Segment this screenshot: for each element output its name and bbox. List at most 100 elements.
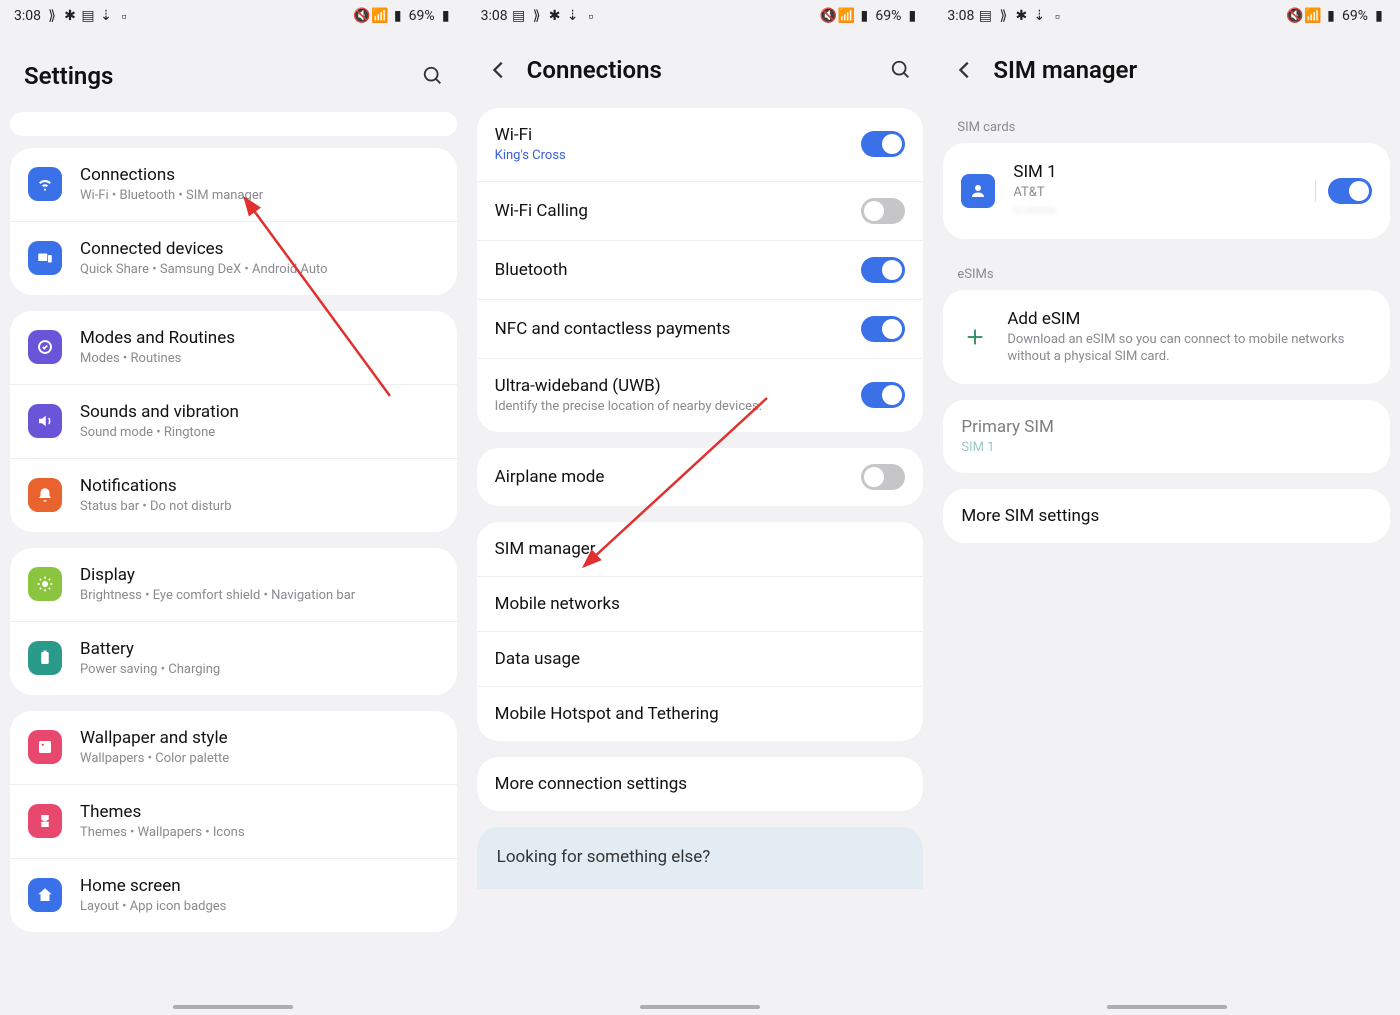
row-sub: Wi-Fi • Bluetooth • SIM manager [80, 188, 439, 205]
settings-group-2: Modes and Routines Modes • Routines Sound… [10, 311, 457, 532]
settings-group-4: Wallpaper and styleWallpapers • Color pa… [10, 711, 457, 932]
row-title: SIM manager [495, 538, 906, 560]
row-title: Data usage [495, 648, 906, 670]
chevron-left-icon [954, 59, 976, 81]
wifi-calling-row[interactable]: Wi-Fi Calling [477, 181, 924, 240]
image-icon: ▤ [978, 9, 992, 23]
bluetooth-toggle[interactable] [861, 257, 905, 283]
notifications-row[interactable]: NotificationsStatus bar • Do not disturb [10, 458, 457, 532]
sim-manager-screen: 3:08 ▤ ⟫ ✱ ⇣ ▫ 🔇 📶 ▮ 69% ▮ SIM manager S… [933, 0, 1400, 1015]
wifi-row[interactable]: Wi-FiKing's Cross [477, 108, 924, 181]
modes-icon [28, 330, 62, 364]
row-title: Wallpaper and style [80, 727, 439, 749]
search-button[interactable] [887, 56, 915, 84]
themes-row[interactable]: ThemesThemes • Wallpapers • Icons [10, 784, 457, 858]
row-title: NFC and contactless payments [495, 318, 862, 340]
back-button[interactable] [485, 56, 513, 84]
page-title: SIM manager [993, 56, 1382, 84]
sim-manager-row[interactable]: SIM manager [477, 522, 924, 576]
battery-icon: ▮ [439, 9, 453, 23]
wallpaper-icon [28, 730, 62, 764]
modes-row[interactable]: Modes and Routines Modes • Routines [10, 311, 457, 384]
hotspot-row[interactable]: Mobile Hotspot and Tethering [477, 686, 924, 741]
row-sub: Brightness • Eye comfort shield • Naviga… [80, 588, 439, 605]
wifi-toggle[interactable] [861, 131, 905, 157]
display-row[interactable]: DisplayBrightness • Eye comfort shield •… [10, 548, 457, 621]
home-icon [28, 878, 62, 912]
sim-icon: ▫ [1050, 9, 1064, 23]
airplane-toggle[interactable] [861, 464, 905, 490]
row-title: Sounds and vibration [80, 401, 439, 423]
uwb-row[interactable]: Ultra-wideband (UWB)Identify the precise… [477, 358, 924, 432]
primary-sim-card: Primary SIM SIM 1 [943, 400, 1390, 473]
simcards-card: SIM 1 AT&T •• ••••••• [943, 143, 1390, 239]
uwb-toggle[interactable] [861, 382, 905, 408]
sim-icon: ▫ [584, 9, 598, 23]
home-indicator[interactable] [173, 1005, 293, 1009]
data-usage-row[interactable]: Data usage [477, 631, 924, 686]
mute-icon: 🔇 [821, 9, 835, 23]
row-title: Mobile Hotspot and Tethering [495, 703, 906, 725]
connections-group-1: Wi-FiKing's Cross Wi-Fi Calling Bluetoot… [477, 108, 924, 432]
slack-icon: ✱ [1014, 9, 1028, 23]
row-sub: SIM 1 [961, 440, 1372, 457]
connected-devices-row[interactable]: Connected devicesQuick Share • Samsung D… [10, 221, 457, 295]
battery-icon [28, 641, 62, 675]
row-title: Modes and Routines [80, 327, 439, 349]
back-button[interactable] [951, 56, 979, 84]
status-bar: 3:08 ▤ ⟫ ✱ ⇣ ▫ 🔇 📶 ▮ 69% ▮ [467, 0, 934, 32]
more-sim-row[interactable]: More SIM settings [943, 489, 1390, 543]
signal-icon: ▮ [1324, 9, 1338, 23]
looking-text: Looking for something else? [497, 847, 711, 867]
sim1-row[interactable]: SIM 1 AT&T •• ••••••• [943, 143, 1390, 239]
sounds-row[interactable]: Sounds and vibrationSound mode • Rington… [10, 384, 457, 458]
page-header: SIM manager [933, 32, 1400, 108]
page-title: Settings [24, 62, 405, 90]
download-icon: ⇣ [1032, 9, 1046, 23]
connections-screen: 3:08 ▤ ⟫ ✱ ⇣ ▫ 🔇 📶 ▮ 69% ▮ Connections W… [467, 0, 934, 1015]
status-bar: 3:08 ⟫ ✱ ▤ ⇣ ▫ 🔇 📶 ▮ 69% ▮ [0, 0, 467, 32]
nfc-toggle[interactable] [861, 316, 905, 342]
add-esim-row[interactable]: Add eSIM Download an eSIM so you can con… [943, 290, 1390, 384]
connections-group-3: SIM manager Mobile networks Data usage M… [477, 522, 924, 741]
home-screen-row[interactable]: Home screenLayout • App icon badges [10, 858, 457, 932]
row-sub: Modes • Routines [80, 351, 439, 368]
wifi-calling-toggle[interactable] [861, 198, 905, 224]
battery-row[interactable]: BatteryPower saving • Charging [10, 621, 457, 695]
settings-screen: 3:08 ⟫ ✱ ▤ ⇣ ▫ 🔇 📶 ▮ 69% ▮ Settings [0, 0, 467, 1015]
bluetooth-row[interactable]: Bluetooth [477, 240, 924, 299]
nfc-row[interactable]: NFC and contactless payments [477, 299, 924, 358]
image-icon: ▤ [81, 9, 95, 23]
wifi-icon: 📶 [839, 9, 853, 23]
bell-icon [28, 478, 62, 512]
sim-number-blurred: •• ••••••• [1013, 204, 1303, 221]
row-title: More SIM settings [961, 505, 1372, 527]
home-indicator[interactable] [640, 1005, 760, 1009]
battery-icon: ▮ [1372, 9, 1386, 23]
mobile-networks-row[interactable]: Mobile networks [477, 576, 924, 631]
signal-icon: ▮ [857, 9, 871, 23]
connections-row[interactable]: Connections Wi-Fi • Bluetooth • SIM manag… [10, 148, 457, 221]
row-title: Notifications [80, 475, 439, 497]
themes-icon [28, 804, 62, 838]
row-title: Connections [80, 164, 439, 186]
connections-group-4: More connection settings [477, 757, 924, 811]
sim1-toggle[interactable] [1328, 178, 1372, 204]
download-icon: ⇣ [99, 9, 113, 23]
row-sub: Themes • Wallpapers • Icons [80, 825, 439, 842]
looking-card[interactable]: Looking for something else? [477, 827, 924, 889]
slack-icon: ✱ [548, 9, 562, 23]
home-indicator[interactable] [1107, 1005, 1227, 1009]
devices-icon [28, 241, 62, 275]
search-button[interactable] [419, 62, 447, 90]
settings-group-1: Connections Wi-Fi • Bluetooth • SIM manag… [10, 148, 457, 295]
more-connection-row[interactable]: More connection settings [477, 757, 924, 811]
contact-icon [961, 174, 995, 208]
wallpaper-row[interactable]: Wallpaper and styleWallpapers • Color pa… [10, 711, 457, 784]
row-sub: Layout • App icon badges [80, 899, 439, 916]
row-title: Add eSIM [1007, 308, 1372, 330]
sound-icon [28, 404, 62, 438]
airplane-row[interactable]: Airplane mode [477, 448, 924, 506]
app-icon: ⟫ [45, 9, 59, 23]
connections-group-2: Airplane mode [477, 448, 924, 506]
